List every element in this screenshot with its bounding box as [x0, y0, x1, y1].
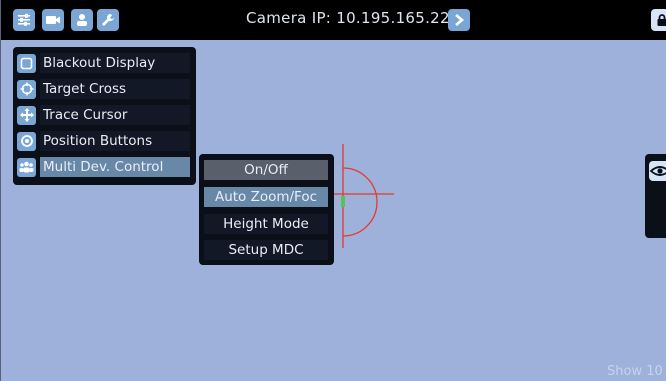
- show-status-text: Show 10: [607, 364, 663, 379]
- crosshair-icon: [17, 79, 36, 99]
- menu-item-label: Blackout Display: [40, 53, 190, 73]
- eye-icon: [649, 166, 666, 176]
- menu-item-label: Trace Cursor: [40, 105, 190, 125]
- move-arrows-icon: [17, 105, 36, 125]
- menu-item-blackout-display[interactable]: Blackout Display: [17, 52, 192, 74]
- submenu-height-mode[interactable]: Height Mode: [204, 214, 328, 234]
- group-icon: [17, 157, 36, 177]
- menu-item-position-buttons[interactable]: Position Buttons: [17, 130, 192, 152]
- menu-item-label: Multi Dev. Control: [40, 157, 190, 177]
- mdc-submenu: On/Off Auto Zoom/Foc Height Mode Setup M…: [199, 154, 334, 265]
- submenu-setup-mdc[interactable]: Setup MDC: [204, 240, 328, 260]
- submenu-on-off[interactable]: On/Off: [204, 160, 328, 180]
- menu-item-target-cross[interactable]: Target Cross: [17, 78, 192, 100]
- eye-button[interactable]: [649, 161, 666, 181]
- circle-dot-icon: [17, 131, 36, 151]
- menu-item-trace-cursor[interactable]: Trace Cursor: [17, 104, 192, 126]
- square-icon: [17, 53, 36, 73]
- submenu-auto-zoom-focus[interactable]: Auto Zoom/Foc: [204, 187, 328, 207]
- menu-item-multi-dev-control[interactable]: Multi Dev. Control: [17, 156, 192, 178]
- video-view[interactable]: Camera IP: 10.195.165.22 Blackout Displa…: [0, 0, 666, 381]
- overlay-menu: Blackout Display Target Cross Trace Curs…: [13, 47, 196, 185]
- menu-item-label: Target Cross: [40, 79, 190, 99]
- menu-item-label: Position Buttons: [40, 131, 190, 151]
